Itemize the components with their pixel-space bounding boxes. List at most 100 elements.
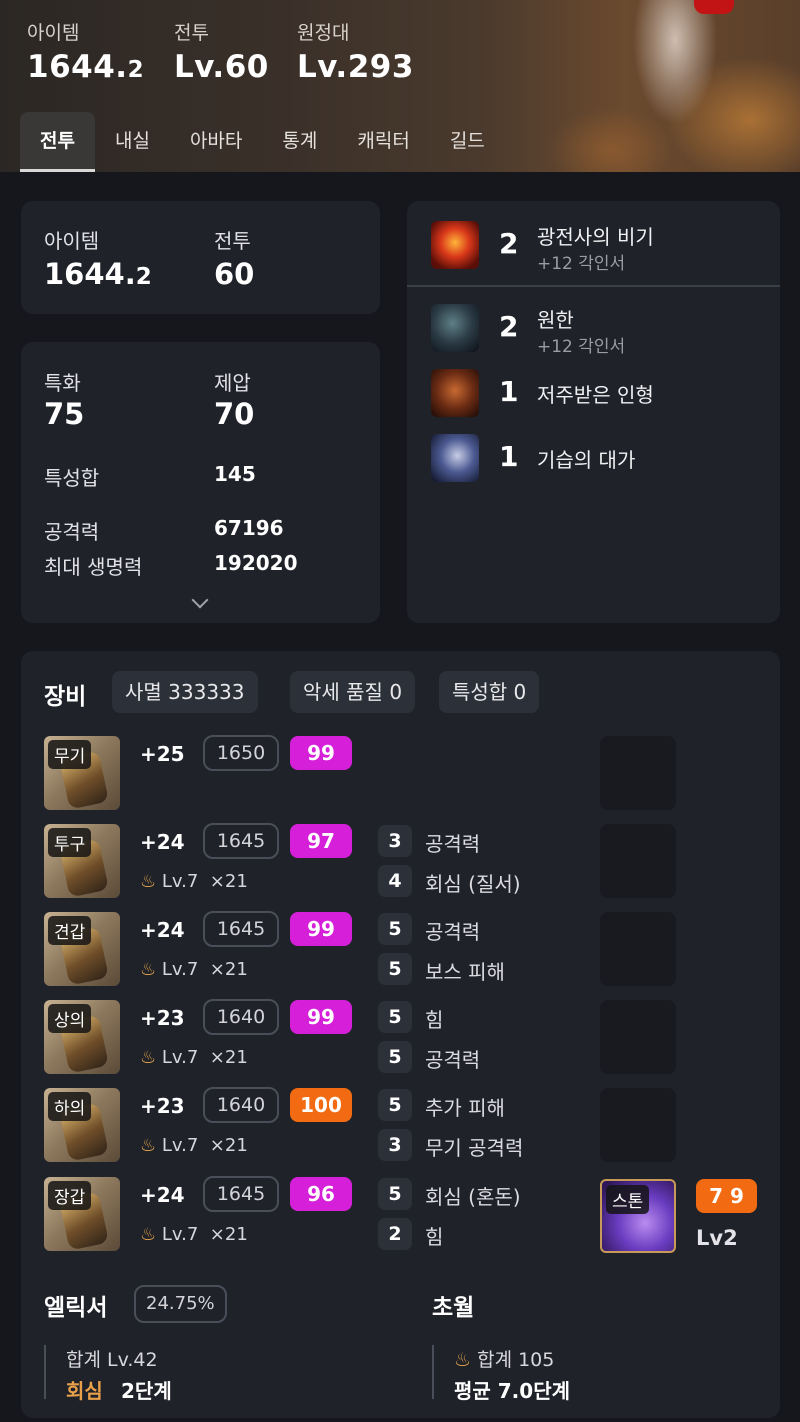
effect-name: 무기 공격력 <box>425 1136 524 1160</box>
honing-level: +23 <box>140 1006 185 1030</box>
stat-label: 원정대 <box>297 22 350 44</box>
item-level: 1650 <box>203 735 279 771</box>
stone-level: Lv2 <box>696 1226 738 1250</box>
engravings-card: 2 광전사의 비기 +12 각인서 2 원한 +12 각인서 1 저주받은 인형… <box>407 201 780 623</box>
quality-badge: 100 <box>290 1088 352 1122</box>
effect-name: 회심 (질서) <box>425 872 521 896</box>
effect-level: 5 <box>378 1089 412 1121</box>
quality-badge: 99 <box>290 736 352 770</box>
effect-level: 5 <box>378 913 412 945</box>
empty-accessory-slot[interactable] <box>600 912 676 986</box>
quality-badge: 99 <box>290 1000 352 1034</box>
honing-level: +24 <box>140 918 185 942</box>
engraving-name: 광전사의 비기 <box>537 225 654 249</box>
elixir-percent: 24.75% <box>134 1285 227 1323</box>
tab-bar: 전투 내실 아바타 통계 캐릭터 길드 <box>20 112 505 172</box>
effect-level: 2 <box>378 1218 412 1250</box>
combat-level-value: 60 <box>214 257 255 291</box>
engraving-level: 1 <box>499 440 519 473</box>
divider <box>407 285 780 287</box>
effect-level: 5 <box>378 1041 412 1073</box>
attack-label: 공격력 <box>44 520 100 544</box>
expand-chevron-icon[interactable] <box>191 591 209 609</box>
flame-icon: ♨ <box>140 871 157 892</box>
stat-value: 1644.2 <box>27 49 145 85</box>
berserker-icon <box>431 221 479 269</box>
empty-accessory-slot[interactable] <box>600 1000 676 1074</box>
ability-stone-slot[interactable]: 스톤 <box>600 1179 676 1253</box>
flame-icon: ♨ <box>454 1349 472 1371</box>
transcend-info: ♨ Lv.7 ×21 <box>140 1224 248 1245</box>
honing-level: +24 <box>140 830 185 854</box>
item-level: 1645 <box>203 1176 279 1212</box>
profile-header: 아이템 1644.2 전투 Lv.60 원정대 Lv.293 전투 내실 아바타… <box>0 0 800 172</box>
shoulder-slot[interactable]: 견갑 <box>44 912 120 986</box>
empty-accessory-slot[interactable] <box>600 824 676 898</box>
master-ambush-icon <box>431 434 479 482</box>
max-hp-label: 최대 생명력 <box>44 555 143 579</box>
effect-level: 4 <box>378 865 412 897</box>
flame-icon: ♨ <box>140 1135 157 1156</box>
stat-sum-label: 특성합 <box>44 466 100 490</box>
tab-combat[interactable]: 전투 <box>20 112 95 172</box>
stone-values: 7 9 <box>696 1179 757 1213</box>
engraving-name: 원한 <box>537 308 574 332</box>
summary-card: 아이템 1644.2 전투 60 <box>21 201 380 314</box>
item-level: 1645 <box>203 823 279 859</box>
engraving-level: 2 <box>499 310 519 343</box>
chest-slot[interactable]: 상의 <box>44 1000 120 1074</box>
gloves-slot[interactable]: 장갑 <box>44 1177 120 1251</box>
stone-label: 스톤 <box>606 1185 650 1214</box>
flame-icon: ♨ <box>140 959 157 980</box>
empty-accessory-slot[interactable] <box>600 1088 676 1162</box>
effect-name: 회심 (혼돈) <box>425 1185 521 1209</box>
combat-level-stat: 전투 Lv.60 <box>174 18 269 85</box>
engraving-book: +12 각인서 <box>537 254 626 274</box>
stats-card: 특화 75 제압 70 특성합 145 공격력 67196 최대 생명력 192… <box>21 342 380 623</box>
engraving-level: 1 <box>499 375 519 408</box>
engraving-level: 2 <box>499 227 519 260</box>
effect-name: 보스 피해 <box>425 960 505 984</box>
stat-label: 전투 <box>174 22 209 44</box>
equipment-title: 장비 <box>44 684 87 710</box>
tab-inner[interactable]: 내실 <box>95 112 170 172</box>
elixir-effect-level: 2단계 <box>121 1379 172 1403</box>
attack-value: 67196 <box>214 516 284 540</box>
transcend-info: ♨ Lv.7 ×21 <box>140 871 248 892</box>
transcend-average: 평균 7.0단계 <box>454 1379 570 1403</box>
transcend-title: 초월 <box>432 1295 475 1321</box>
weapon-slot[interactable]: 무기 <box>44 736 120 810</box>
domination-label: 제압 <box>214 371 251 395</box>
elixir-title: 엘릭서 <box>44 1295 108 1321</box>
equipment-card: 장비 사멸 333333 악세 품질 0 특성합 0 무기 +25 1650 9… <box>21 651 780 1418</box>
flame-icon: ♨ <box>140 1047 157 1068</box>
empty-accessory-slot[interactable] <box>600 736 676 810</box>
tab-avatar[interactable]: 아바타 <box>170 112 262 172</box>
divider <box>44 1345 46 1399</box>
effect-name: 힘 <box>425 1225 444 1249</box>
stat-sum-badge: 특성합 0 <box>439 671 540 713</box>
effect-name: 추가 피해 <box>425 1096 505 1120</box>
effect-level: 5 <box>378 953 412 985</box>
engraving-name: 기습의 대가 <box>537 448 636 472</box>
tab-stats[interactable]: 통계 <box>262 112 337 172</box>
combat-level-label: 전투 <box>214 229 251 253</box>
tab-guild[interactable]: 길드 <box>430 112 505 172</box>
item-level: 1640 <box>203 1087 279 1123</box>
character-art <box>460 0 800 172</box>
engraving-name: 저주받은 인형 <box>537 383 654 407</box>
transcend-info: ♨ Lv.7 ×21 <box>140 1047 248 1068</box>
item-level-value: 1644.2 <box>44 257 152 291</box>
transcend-info: ♨ Lv.7 ×21 <box>140 1135 248 1156</box>
honing-level: +24 <box>140 1183 185 1207</box>
honing-level: +25 <box>140 742 185 766</box>
elixir-total: 합계 Lv.42 <box>66 1349 158 1371</box>
transcend-info: ♨ Lv.7 ×21 <box>140 959 248 980</box>
tab-character[interactable]: 캐릭터 <box>337 112 429 172</box>
divider <box>432 1345 434 1399</box>
specialization-label: 특화 <box>44 371 81 395</box>
cursed-doll-icon <box>431 369 479 417</box>
pants-slot[interactable]: 하의 <box>44 1088 120 1162</box>
helmet-slot[interactable]: 투구 <box>44 824 120 898</box>
quality-badge: 97 <box>290 824 352 858</box>
